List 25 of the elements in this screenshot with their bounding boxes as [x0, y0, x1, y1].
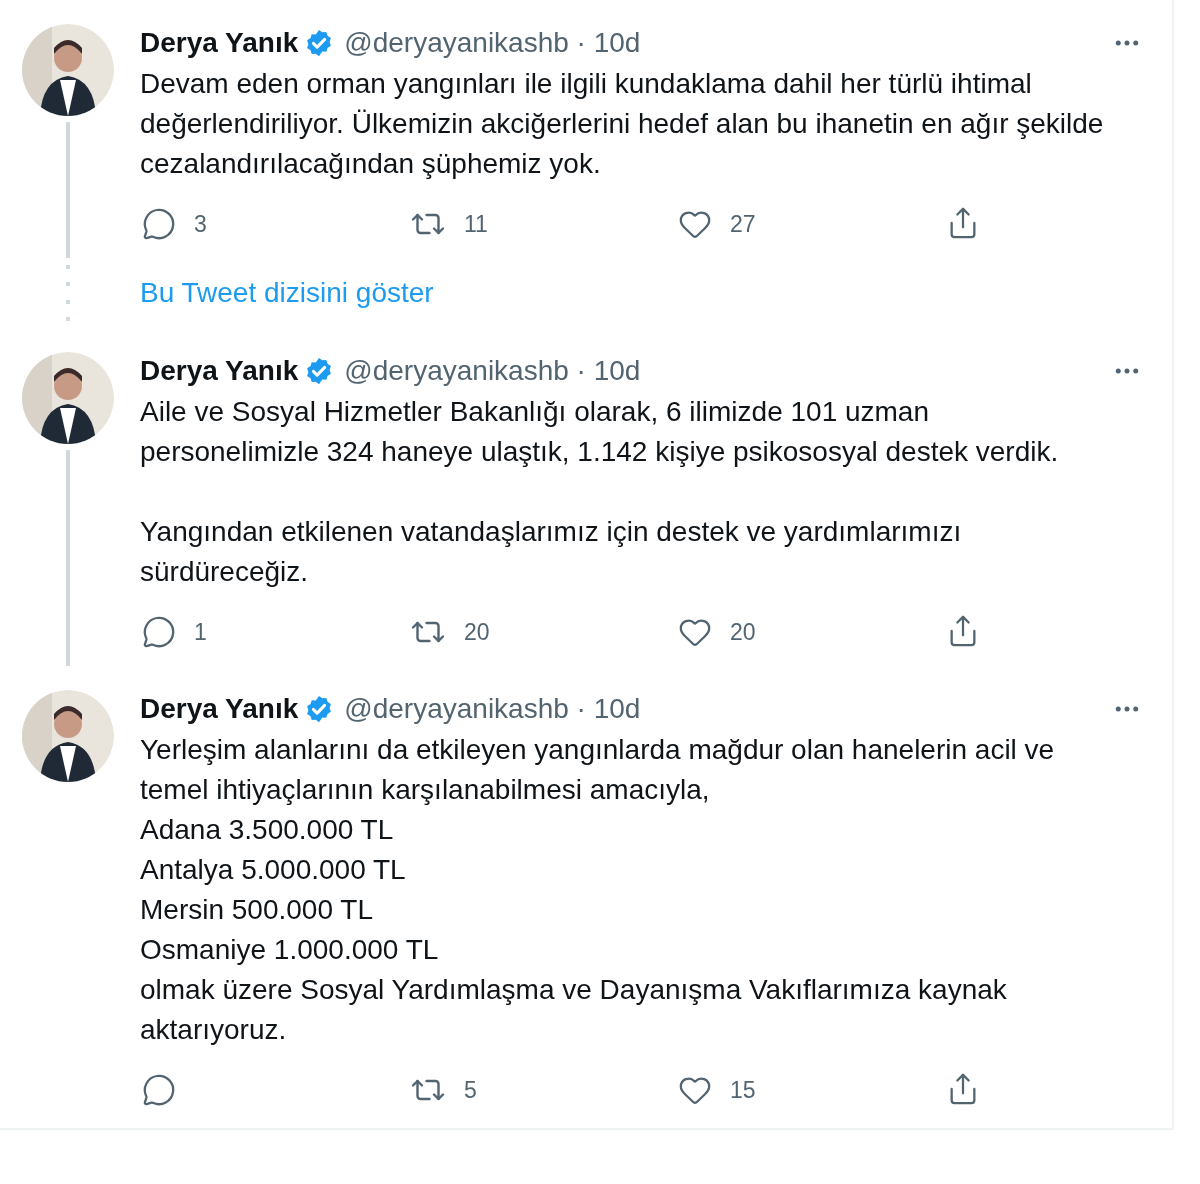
avatar[interactable]	[22, 352, 114, 444]
tweet-text: Devam eden orman yangınları ile ilgili kundaklama dahil her türlü ihtimal değerlendiriliyor. Ülkemizin akciğerlerini hedef alan bu ihanetin en ağır şekilde cezalandırılacağından şüphemiz yok.	[140, 67, 1105, 181]
retweet-button[interactable]: 20	[410, 614, 490, 650]
like-button[interactable]: 20	[678, 614, 756, 650]
retweet-button[interactable]: 11	[410, 206, 488, 242]
tweet-text: Aile ve Sosyal Hizmetler Bakanlığı olarak, 6 ilimizde 101 uzman personelimizle 324 haneye ulaştık, 1.142 kişiye psikososyal destek verdik.	[140, 395, 1060, 469]
like-button[interactable]: 15	[678, 1072, 756, 1108]
retweet-button[interactable]: 5	[410, 1072, 477, 1108]
author-name[interactable]: Derya Yanık	[140, 22, 299, 64]
reply-button[interactable]	[142, 1073, 176, 1107]
like-button[interactable]: 27	[678, 206, 756, 242]
reply-button[interactable]: 3	[142, 206, 207, 242]
handle-and-time: @deryayanikashb · 10d	[344, 26, 641, 60]
tweet-text: Yerleşim alanlarını da etkileyen yangınlarda mağdur olan hanelerin acil ve temel ihtiyaçlarının karşılanabilmesi amacıyla, Adana 3.500.000 TL Antalya 5.000.000 TL Mersin 500.000 TL Osmaniye 1.000.000 TL olmak üzere Sosyal Yardımlaşma ve Dayanışma Vakıflarımıza kaynak aktarıyoruz.	[140, 733, 1056, 1047]
tweet-text: Yangından etkilenen vatandaşlarımız için destek ve yardımlarımızı sürdüreceğiz.	[140, 515, 963, 589]
reply-button[interactable]: 1	[142, 614, 207, 650]
reply-icon	[142, 615, 176, 649]
reply-icon	[142, 1073, 176, 1107]
author-name[interactable]: Derya Yanık	[140, 688, 299, 730]
reply-icon	[142, 207, 176, 241]
handle-and-time: @deryayanikashb · 10d	[344, 692, 641, 726]
handle-and-time: @deryayanikashb · 10d	[344, 354, 641, 388]
author-name[interactable]: Derya Yanık	[140, 350, 299, 392]
avatar[interactable]	[22, 690, 114, 782]
avatar[interactable]	[22, 24, 114, 116]
